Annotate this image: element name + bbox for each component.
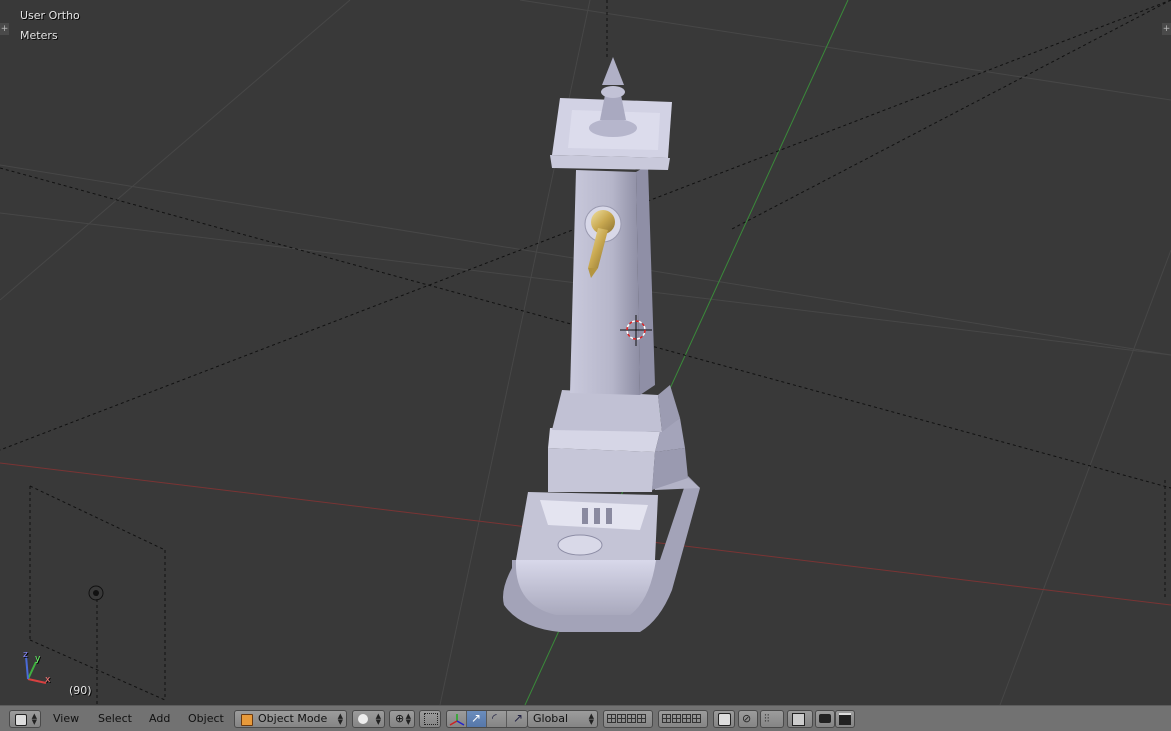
menu-add[interactable]: Add xyxy=(149,712,170,726)
proportional-edit-button[interactable]: ⊘ xyxy=(738,710,758,728)
layer-lock-icon xyxy=(718,713,731,726)
layer-grid-icon xyxy=(637,714,646,723)
menu-view[interactable]: View xyxy=(53,712,79,726)
manipulate-center-icon xyxy=(424,713,438,725)
frame-label: (90) xyxy=(69,684,92,697)
pivot-point-dropdown[interactable]: ⊕ ▲ ▼ xyxy=(389,710,415,728)
layer-grid-icon xyxy=(692,714,701,723)
fountain-model[interactable] xyxy=(503,57,700,632)
right-region-toggle[interactable]: + xyxy=(1162,23,1171,35)
layer-grid-icon xyxy=(682,714,691,723)
chevron-updown-icon: ▲ ▼ xyxy=(405,712,411,726)
layer-grid-icon xyxy=(607,714,616,723)
layers-group-2[interactable] xyxy=(658,710,708,728)
layer-grid-icon xyxy=(627,714,636,723)
units-label: Meters xyxy=(20,29,58,42)
layers-group-1[interactable] xyxy=(603,710,653,728)
snap-target-button[interactable] xyxy=(787,710,813,728)
clapperboard-icon xyxy=(839,713,851,725)
viewport-header: ▲ ▼ View Select Add Object Object Mode ▲ ▼… xyxy=(0,705,1171,731)
lamp-object[interactable] xyxy=(88,585,104,601)
pivot-icon: ⊕ xyxy=(395,712,405,725)
gizmo-z-label: z xyxy=(23,650,28,660)
view-name-label: User Ortho xyxy=(20,9,80,22)
rotate-manipulator-button[interactable]: ◜ xyxy=(487,711,507,727)
translate-manipulator-button[interactable]: ↗ xyxy=(467,711,487,727)
opengl-render-button[interactable] xyxy=(815,710,835,728)
orientation-label: Global xyxy=(533,712,569,725)
viewport-shading-dropdown[interactable]: ▲ ▼ xyxy=(352,710,385,728)
solid-shading-icon xyxy=(358,714,368,724)
chevron-updown-icon: ▲ ▼ xyxy=(31,712,37,726)
mode-dropdown[interactable]: Object Mode ▲ ▼ xyxy=(234,710,347,728)
layer-grid-icon xyxy=(617,714,626,723)
chevron-updown-icon: ▲ ▼ xyxy=(337,712,343,726)
left-region-toggle[interactable]: + xyxy=(0,23,9,35)
camera-icon xyxy=(819,714,831,723)
manipulator-group: ↗ ◜ ↗ xyxy=(446,710,528,728)
mode-label: Object Mode xyxy=(258,712,328,725)
gizmo-x-label: x xyxy=(45,675,51,685)
chevron-updown-icon: ▲ ▼ xyxy=(375,712,381,726)
transform-orientation-dropdown[interactable]: Global ▲ ▼ xyxy=(527,710,598,728)
cube-icon xyxy=(15,714,27,726)
chevron-updown-icon: ▲ ▼ xyxy=(588,712,594,726)
scale-manipulator-button[interactable]: ↗ xyxy=(507,711,527,727)
manipulator-toggle-button[interactable] xyxy=(447,711,467,727)
snap-icon: ⫶⫶ xyxy=(764,712,770,725)
layer-grid-icon xyxy=(662,714,671,723)
opengl-animation-button[interactable] xyxy=(835,710,855,728)
editor-type-selector[interactable]: ▲ ▼ xyxy=(9,710,41,728)
transform-axes-icon xyxy=(449,714,465,726)
menu-object[interactable]: Object xyxy=(188,712,224,726)
scale-icon: ↗ xyxy=(513,711,524,725)
gizmo-y-label: y xyxy=(35,654,41,664)
snap-target-icon xyxy=(792,713,805,726)
lock-layers-button[interactable] xyxy=(713,710,735,728)
rotate-icon: ◜ xyxy=(492,711,497,725)
manipulate-center-button[interactable] xyxy=(419,710,441,728)
object-mode-icon xyxy=(241,714,253,726)
scene-canvas[interactable] xyxy=(0,0,1171,705)
proportional-edit-icon: ⊘ xyxy=(742,712,752,725)
snap-element-dropdown[interactable]: ⫶⫶ xyxy=(760,710,784,728)
menu-select[interactable]: Select xyxy=(98,712,132,726)
arrow-icon: ↗ xyxy=(471,711,482,725)
3d-viewport[interactable]: + + User Ortho Meters (90) y z x xyxy=(0,0,1171,705)
layer-grid-icon xyxy=(672,714,681,723)
